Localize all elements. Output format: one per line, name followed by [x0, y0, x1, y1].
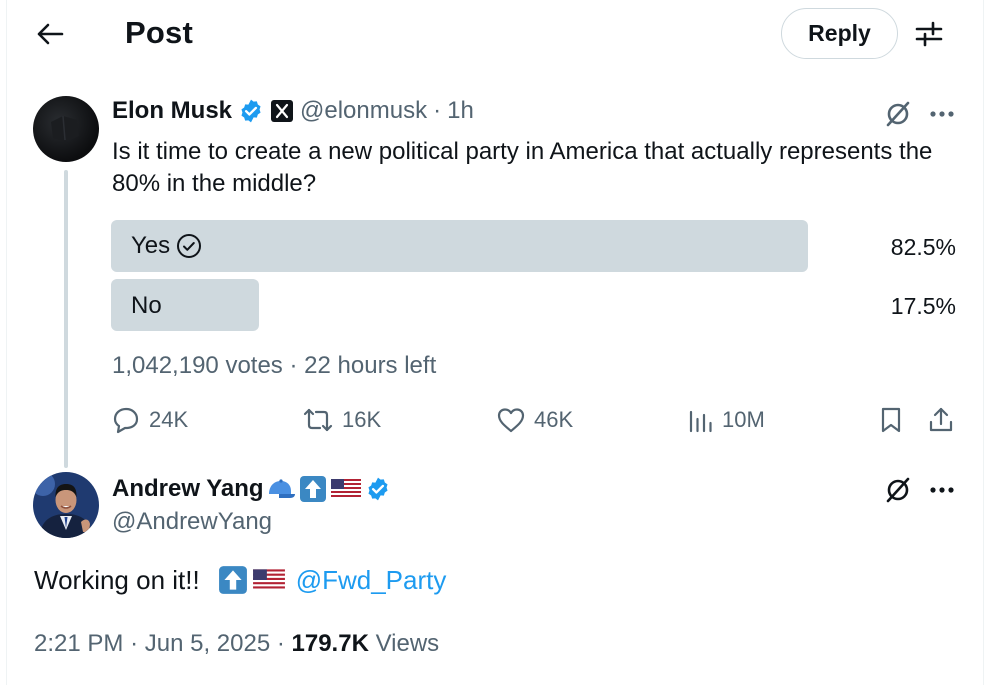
poll-option-no: No	[131, 292, 162, 320]
quoted-post-text: Is it time to create a new political par…	[112, 138, 933, 197]
share-icon	[929, 407, 953, 432]
author-name[interactable]: Elon Musk	[112, 97, 232, 125]
us-flag-emoji-icon	[252, 569, 285, 591]
us-flag-emoji-icon	[330, 479, 361, 499]
author-handle[interactable]: @elonmusk	[300, 97, 427, 125]
avatar-image	[33, 472, 99, 538]
dot-separator: ·	[289, 352, 305, 379]
poll-option-label: Yes	[131, 232, 171, 259]
views-label: Views	[375, 630, 440, 657]
filter-sliders-icon	[915, 21, 943, 47]
post-date[interactable]: Jun 5, 2025	[145, 630, 270, 657]
grok-icon	[886, 101, 910, 127]
more-icon	[930, 111, 954, 117]
poll-votes: 1,042,190 votes	[112, 352, 283, 379]
bookmark-icon	[881, 407, 901, 433]
grok-button[interactable]	[881, 97, 915, 131]
views-count: 179.7K	[291, 630, 369, 657]
quoted-author-row: Elon Musk @elonmusk · 1h	[112, 97, 474, 125]
up-arrow-emoji-icon	[218, 566, 247, 594]
repost-icon	[303, 408, 333, 432]
like-action[interactable]: 46K	[496, 402, 573, 438]
reply-button[interactable]: Reply	[781, 8, 898, 59]
reply-text: Working on it!!	[34, 565, 200, 595]
like-icon	[497, 408, 525, 433]
author-name[interactable]: Andrew Yang	[112, 475, 264, 503]
reply-action[interactable]: 24K	[111, 402, 188, 438]
poll-time-left: 22 hours left	[304, 352, 437, 379]
filter-button[interactable]	[910, 18, 948, 50]
grok-icon	[886, 477, 910, 503]
bookmark-button[interactable]	[873, 402, 909, 438]
views-action[interactable]: 10M	[688, 402, 765, 438]
x-logo-icon	[271, 100, 294, 122]
views-icon	[689, 410, 712, 433]
poll-percent-no: 17.5%	[890, 293, 956, 319]
grok-button[interactable]	[881, 473, 915, 507]
avatar-elon-musk[interactable]	[33, 96, 99, 162]
post-timestamp: 2:21 PM · Jun 5, 2025 · 179.7K Views	[34, 630, 439, 658]
post-time[interactable]: 2:21 PM	[34, 630, 123, 657]
back-arrow-icon	[37, 23, 64, 45]
poll-bar-yes	[111, 220, 808, 272]
author-handle[interactable]: @AndrewYang	[112, 508, 272, 536]
verified-badge-icon	[368, 477, 388, 501]
reply-count: 24K	[149, 407, 189, 432]
more-button[interactable]	[925, 97, 959, 131]
back-button[interactable]	[32, 18, 68, 50]
share-button[interactable]	[923, 402, 959, 438]
reply-post-text: Working on it!! @Fwd_Party	[34, 564, 446, 596]
reply-author-row: Andrew Yang	[112, 475, 391, 503]
up-arrow-emoji-icon	[299, 476, 326, 502]
like-count: 46K	[534, 407, 574, 432]
reply-icon	[113, 407, 139, 434]
check-circle-icon	[177, 234, 202, 258]
mention-link[interactable]: @Fwd_Party	[296, 564, 447, 596]
dot-separator: ·	[130, 630, 145, 657]
poll-meta: 1,042,190 votes · 22 hours left	[112, 352, 436, 380]
page-title: Post	[125, 15, 193, 50]
post-time[interactable]: 1h	[447, 97, 474, 125]
repost-count: 16K	[342, 407, 382, 432]
more-button[interactable]	[925, 473, 959, 507]
verified-badge-icon	[241, 99, 261, 123]
poll-percent-yes: 82.5%	[890, 234, 956, 260]
repost-action[interactable]: 16K	[302, 402, 381, 438]
more-icon	[930, 487, 954, 493]
dot-separator: ·	[276, 630, 292, 657]
poll-option-yes: Yes	[131, 232, 202, 260]
thread-line	[64, 170, 68, 468]
avatar-andrew-yang[interactable]	[33, 472, 99, 538]
views-count: 10M	[722, 407, 765, 432]
dot-separator: ·	[433, 97, 442, 124]
cap-emoji-icon	[268, 479, 295, 498]
avatar-image	[51, 115, 79, 142]
poll-option-label: No	[131, 292, 162, 319]
